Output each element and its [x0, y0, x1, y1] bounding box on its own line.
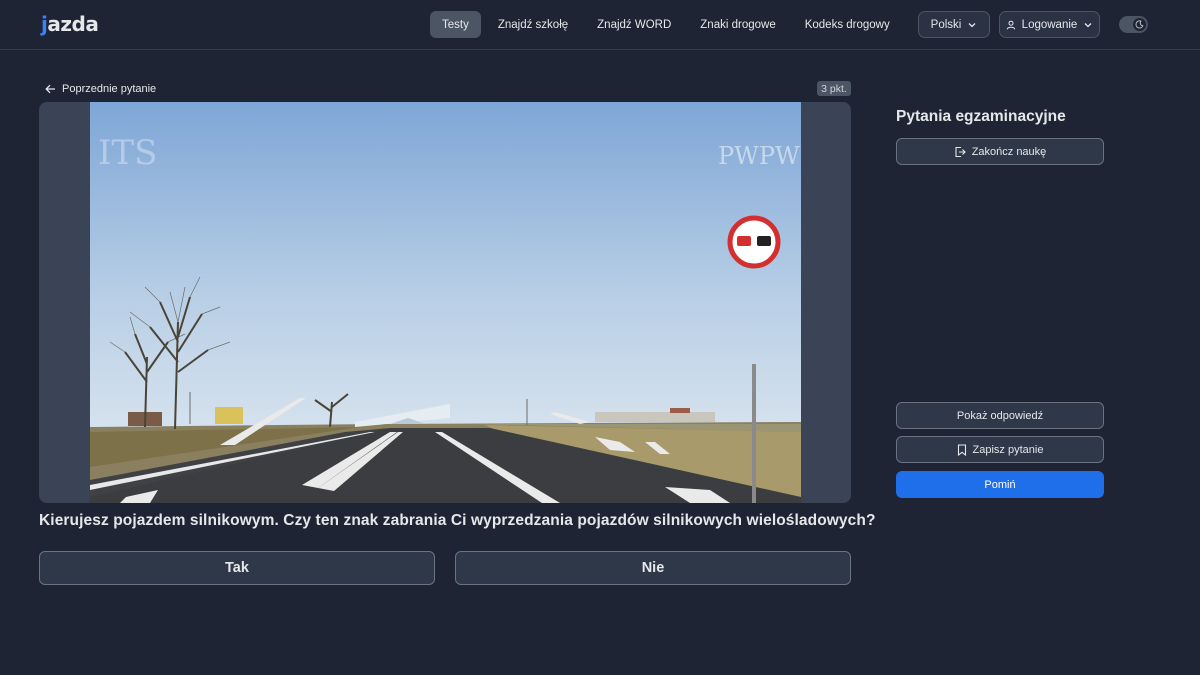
login-label: Logowanie [1021, 18, 1078, 31]
points-badge: 3 pkt. [817, 81, 851, 96]
sidebar-title: Pytania egzaminacyjne [896, 108, 1066, 125]
chevron-down-icon [967, 20, 977, 30]
top-navbar: jazda Testy Znajdź szkołę Znajdź WORD Zn… [0, 0, 1200, 50]
user-icon [1006, 20, 1016, 30]
watermark-pwpw: PWPW [718, 142, 800, 170]
finish-learning-label: Zakończ naukę [971, 145, 1047, 158]
nav-item-kodeks-drogowy[interactable]: Kodeks drogowy [793, 11, 902, 38]
question-image: ITS PWPW [90, 102, 801, 503]
nav-item-znajdz-szkole[interactable]: Znajdź szkołę [486, 11, 580, 38]
arrow-left-icon [45, 84, 56, 94]
language-label: Polski [930, 18, 962, 31]
logout-icon [954, 146, 966, 158]
save-question-button[interactable]: Zapisz pytanie [896, 436, 1104, 463]
show-answer-button[interactable]: Pokaż odpowiedź [896, 402, 1104, 429]
finish-learning-button[interactable]: Zakończ naukę [896, 138, 1104, 165]
watermark-its: ITS [98, 133, 157, 173]
theme-toggle[interactable] [1119, 16, 1148, 33]
nav-item-znajdz-word[interactable]: Znajdź WORD [585, 11, 683, 38]
language-select[interactable]: Polski [918, 11, 990, 38]
question-media-frame: ITS PWPW [39, 102, 851, 503]
main-nav: Testy Znajdź szkołę Znajdź WORD Znaki dr… [430, 11, 954, 38]
chevron-down-icon [1083, 20, 1093, 30]
question-text: Kierujesz pojazdem silnikowym. Czy ten z… [39, 512, 876, 529]
previous-question-label: Poprzednie pytanie [62, 83, 157, 95]
logo-text: jazda [41, 12, 99, 36]
login-button[interactable]: Logowanie [999, 11, 1100, 38]
nav-item-testy[interactable]: Testy [430, 11, 481, 38]
answer-yes-button[interactable]: Tak [39, 551, 435, 585]
previous-question-link[interactable]: Poprzednie pytanie [45, 81, 156, 97]
logo[interactable]: jazda [41, 11, 99, 37]
answer-no-button[interactable]: Nie [455, 551, 851, 585]
save-question-label: Zapisz pytanie [972, 443, 1044, 456]
bookmark-icon [957, 443, 967, 456]
skip-button[interactable]: Pomiń [896, 471, 1104, 498]
moon-icon [1133, 18, 1146, 31]
nav-item-znaki-drogowe[interactable]: Znaki drogowe [688, 11, 787, 38]
